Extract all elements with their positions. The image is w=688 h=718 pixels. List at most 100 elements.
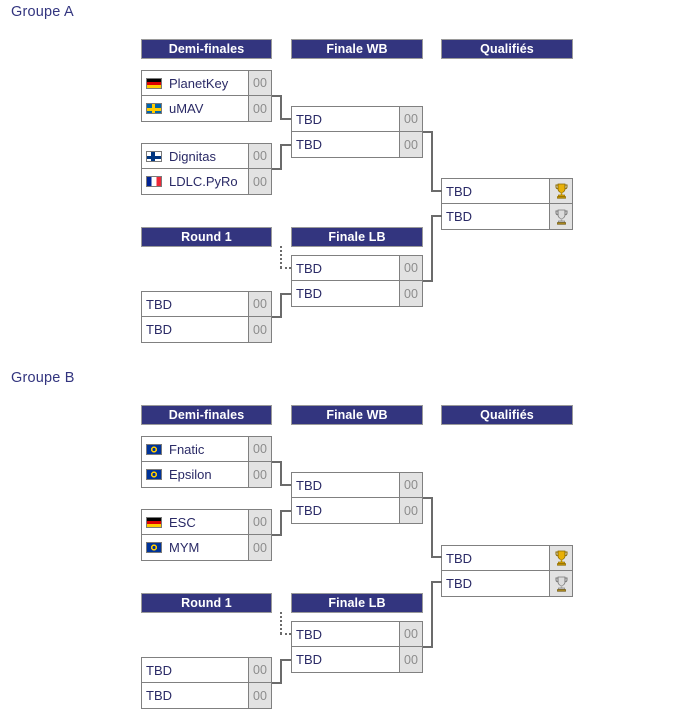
score-cell: 00 [399,647,422,672]
match-slot[interactable]: TBD 00 [292,473,422,498]
team-name: uMAV [169,101,204,116]
bracket-connector-dotted [280,633,291,635]
stage-header-finale-wb-b: Finale WB [291,405,423,425]
match-slot[interactable]: PlanetKey 00 [142,71,271,96]
score-cell: 00 [399,281,422,306]
bracket-connector [280,293,291,295]
stage-header-round-1-b: Round 1 [141,593,272,613]
match-slot[interactable]: TBD 00 [142,292,271,317]
flag-eu-icon [146,469,162,480]
flag-germany-icon [146,516,162,528]
bracket-connector [431,131,433,191]
bracket-connector [280,144,282,169]
bracket-connector [280,95,282,119]
match-qualified-b[interactable]: TBD TBD [441,545,573,597]
team-name: TBD [446,576,472,591]
match-semifinal-1-a[interactable]: PlanetKey 00 uMAV 00 [141,70,272,122]
match-slot[interactable]: TBD 00 [292,256,422,281]
match-losers-final-a[interactable]: TBD 00 TBD 00 [291,255,423,307]
team-name: PlanetKey [169,75,229,91]
bracket-connector [431,190,442,192]
score-cell: 00 [248,437,271,461]
trophy-silver-icon [549,571,572,596]
score-cell: 00 [248,169,271,194]
match-slot[interactable]: TBD 00 [292,498,422,523]
team-name: TBD [446,550,472,566]
match-slot[interactable]: LDLC.PyRo 00 [142,169,271,194]
stage-header-round-1-a: Round 1 [141,227,272,247]
bracket-connector-dotted [280,267,291,269]
match-slot[interactable]: TBD 00 [292,132,422,157]
score-cell: 00 [248,658,271,682]
trophy-gold-icon [549,546,572,570]
match-slot[interactable]: Dignitas 00 [142,144,271,169]
match-semifinal-2-b[interactable]: ESC 00 MYM 00 [141,509,272,561]
bracket-connector [431,581,442,583]
match-slot[interactable]: TBD 00 [142,658,271,683]
match-slot[interactable]: uMAV 00 [142,96,271,121]
stage-header-demi-finales-b: Demi-finales [141,405,272,425]
match-semifinal-1-b[interactable]: Fnatic 00 Epsilon 00 [141,436,272,488]
flag-eu-icon [146,443,162,455]
match-slot[interactable]: TBD 00 [292,107,422,132]
match-losers-final-b[interactable]: TBD 00 TBD 00 [291,621,423,673]
match-slot[interactable]: ESC 00 [142,510,271,535]
score-cell: 00 [248,292,271,316]
match-winners-final-b[interactable]: TBD 00 TBD 00 [291,472,423,524]
team-name: TBD [446,209,472,224]
match-slot[interactable]: TBD [442,179,572,204]
bracket-connector [280,659,291,661]
match-slot[interactable]: Epsilon 00 [142,462,271,487]
score-cell: 00 [399,498,422,523]
bracket-connector [431,556,442,558]
match-round-1-a[interactable]: TBD 00 TBD 00 [141,291,272,343]
team-name: TBD [146,688,172,703]
team-name: Fnatic [169,441,205,457]
stage-header-qualifies-a: Qualifiés [441,39,573,59]
score-cell: 00 [248,96,271,121]
stage-header-demi-finales-a: Demi-finales [141,39,272,59]
trophy-silver-icon [549,204,572,229]
flag-sweden-icon [146,103,162,114]
team-name: TBD [146,322,172,337]
match-round-1-b[interactable]: TBD 00 TBD 00 [141,657,272,709]
team-name: TBD [296,652,322,667]
match-winners-final-a[interactable]: TBD 00 TBD 00 [291,106,423,158]
match-semifinal-2-a[interactable]: Dignitas 00 LDLC.PyRo 00 [141,143,272,195]
stage-header-finale-lb-a: Finale LB [291,227,423,247]
bracket-connector-dotted [280,612,282,634]
team-name: TBD [296,477,322,493]
bracket-connector [280,510,291,512]
score-cell: 00 [248,71,271,95]
match-slot[interactable]: TBD [442,204,572,229]
team-name: TBD [146,296,172,312]
flag-eu-icon [146,542,162,553]
score-cell: 00 [399,473,422,497]
score-cell: 00 [248,317,271,342]
match-slot[interactable]: MYM 00 [142,535,271,560]
score-cell: 00 [399,107,422,131]
flag-germany-icon [146,77,162,89]
team-name: TBD [296,286,322,301]
team-name: TBD [296,626,322,642]
match-slot[interactable]: TBD 00 [142,317,271,342]
stage-header-qualifies-b: Qualifiés [441,405,573,425]
team-name: ESC [169,514,196,530]
team-name: TBD [146,662,172,678]
flag-finland-icon [146,150,162,162]
match-slot[interactable]: TBD 00 [292,622,422,647]
score-cell: 00 [399,132,422,157]
match-slot[interactable]: TBD 00 [292,647,422,672]
score-cell: 00 [399,622,422,646]
match-slot[interactable]: TBD [442,571,572,596]
match-slot[interactable]: TBD 00 [292,281,422,306]
team-name: Dignitas [169,148,216,164]
bracket-connector [280,659,282,684]
match-slot[interactable]: Fnatic 00 [142,437,271,462]
match-qualified-a[interactable]: TBD TBD [441,178,573,230]
match-slot[interactable]: TBD 00 [142,683,271,708]
stage-header-finale-wb-a: Finale WB [291,39,423,59]
bracket-connector [431,581,433,647]
match-slot[interactable]: TBD [442,546,572,571]
team-name: LDLC.PyRo [169,174,238,189]
